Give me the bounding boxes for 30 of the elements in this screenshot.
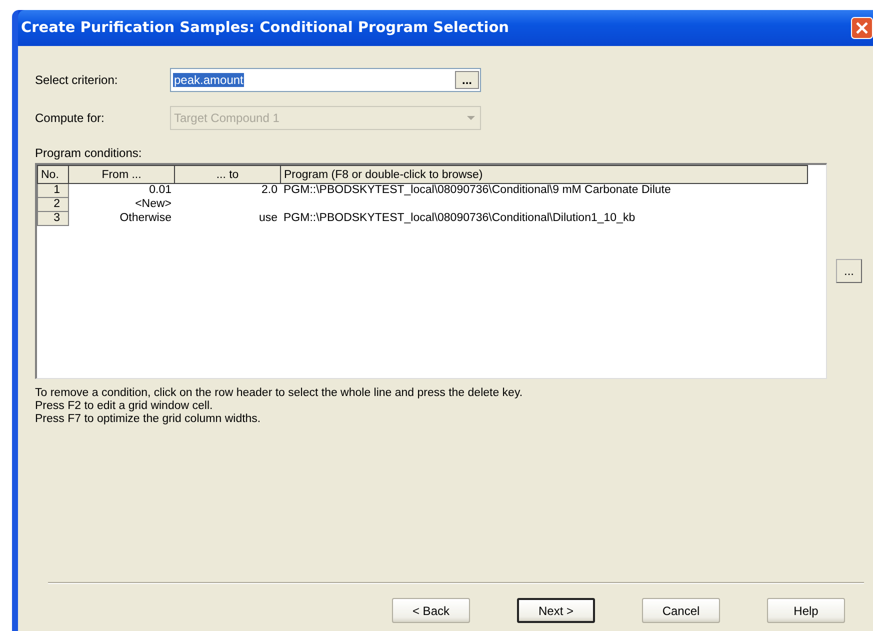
field-label: Select criterion:: [35, 73, 119, 87]
close-icon[interactable]: [851, 17, 873, 39]
table-cell: 2.0: [174, 184, 280, 198]
grid-label: Program conditions:: [35, 146, 142, 160]
column-header[interactable]: Program (F8 or double-click to browse): [280, 166, 808, 184]
help-text: Press F2 to edit a grid window cell.: [35, 400, 213, 413]
browse-button[interactable]: ...: [836, 259, 862, 283]
window-title: Create Purification Samples: Conditional Program Selection: [21, 20, 509, 36]
table-cell: PGM::\PBODSKYTEST_local\08090736\Conditional\9 mM Carbonate Dilute: [280, 184, 808, 198]
conditions-grid[interactable]: [35, 163, 827, 379]
browse-button[interactable]: ...: [455, 71, 479, 89]
row-header[interactable]: 2: [38, 198, 68, 212]
field-label: Compute for:: [35, 111, 106, 125]
dialog-button[interactable]: < Back: [392, 598, 470, 623]
criterion-field[interactable]: peak.amount ...: [170, 68, 481, 92]
row-header[interactable]: 3: [38, 212, 68, 226]
table-cell: 0.01: [68, 184, 174, 198]
help-text: Press F7 to optimize the grid column widths.: [35, 413, 261, 426]
column-header[interactable]: ... to: [174, 166, 280, 184]
row-header[interactable]: 1: [38, 184, 68, 198]
dialog-button[interactable]: Next >: [516, 598, 596, 623]
dialog-button[interactable]: Help: [767, 598, 845, 623]
table-cell-text: PGM::\PBODSKYTEST_local\08090736\Conditional\Dilution1_10_kb: [282, 212, 636, 226]
table-cell: <New>: [68, 198, 174, 212]
table-cell-text: use: [258, 212, 278, 226]
dialog-button[interactable]: Cancel: [642, 598, 720, 623]
table-cell: Otherwise: [68, 212, 174, 226]
column-header[interactable]: From ...: [68, 166, 174, 184]
column-header[interactable]: No.: [38, 166, 68, 184]
help-text: To remove a condition, click on the row header to select the whole line and press the delete key.: [35, 387, 523, 400]
